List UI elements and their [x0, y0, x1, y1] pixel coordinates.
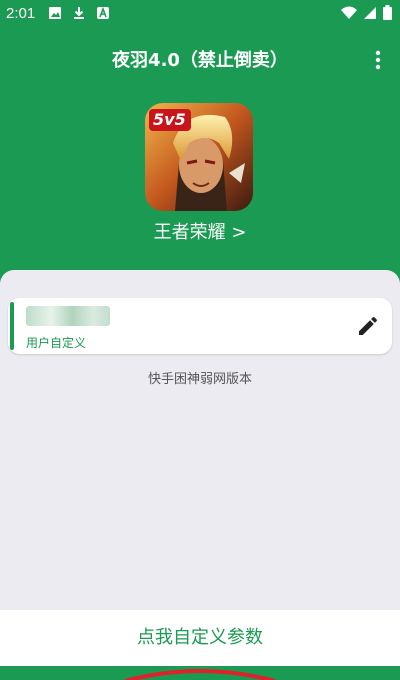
config-card-subtitle: 用户自定义	[26, 336, 87, 350]
config-panel: 用户自定义 快手困神弱网版本	[0, 270, 400, 610]
version-note: 快手困神弱网版本	[147, 372, 252, 387]
battery-icon	[383, 5, 392, 20]
red-circle-annotation	[124, 669, 276, 680]
wifi-icon	[341, 6, 357, 19]
status-bar: 2:01	[0, 0, 400, 28]
custom-params-button[interactable]: 点我自定义参数	[0, 610, 400, 666]
app-title: 夜羽4.0（禁止倒卖）	[112, 50, 288, 71]
game-icon[interactable]: 5v5	[145, 103, 253, 211]
card-accent-bar	[10, 302, 14, 350]
download-icon	[74, 7, 84, 19]
image-icon	[49, 7, 61, 19]
config-card[interactable]: 用户自定义	[8, 298, 392, 354]
signal-icon	[364, 6, 376, 19]
game-badge: 5v5	[153, 110, 186, 129]
bottom-strip	[0, 666, 400, 680]
app-toolbar: 夜羽4.0（禁止倒卖）	[0, 40, 400, 76]
game-name-link[interactable]: 王者荣耀 >	[0, 218, 400, 244]
more-vertical-icon[interactable]	[368, 48, 388, 72]
config-name-blurred	[26, 306, 110, 326]
pencil-icon[interactable]	[356, 314, 380, 338]
app-a-icon	[97, 6, 109, 19]
status-time: 2:01	[6, 5, 36, 22]
